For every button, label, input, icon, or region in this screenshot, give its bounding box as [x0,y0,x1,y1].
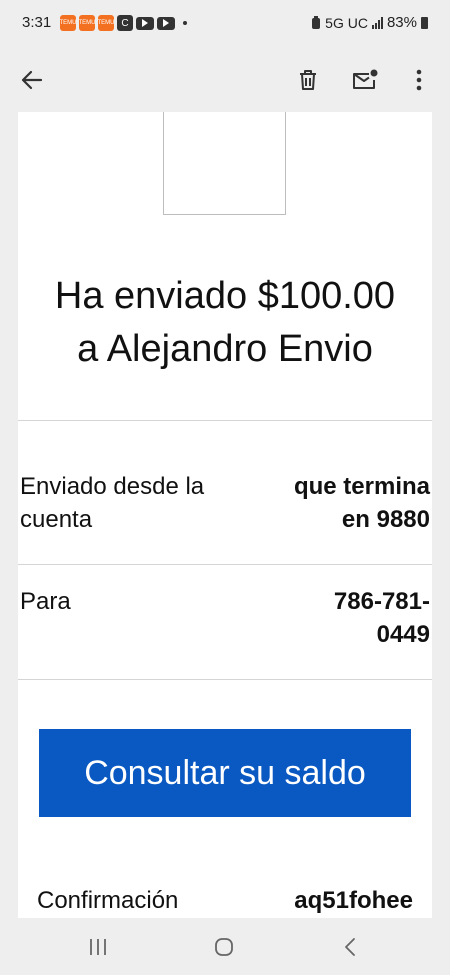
signal-icon [371,16,383,29]
recent-apps-button[interactable] [78,932,118,962]
email-body: Ha enviado $100.00 a Alejandro Envio Env… [18,112,432,918]
data-saver-icon [312,15,321,29]
status-bar: 3:31 TEMU TEMU TEMU C 5G UC 83% [0,0,450,48]
temu-icon: TEMU [79,15,96,31]
c-app-icon: C [117,15,133,31]
back-nav-button[interactable] [330,932,370,962]
row-value-line: en 9880 [341,506,430,533]
check-balance-button[interactable]: Consultar su saldo [39,729,411,817]
divider [18,420,432,421]
confirmation-label: Confirmación [37,887,179,914]
mark-unread-button[interactable] [345,60,385,100]
image-placeholder [163,112,286,215]
status-time: 3:31 [22,14,52,31]
row-label-line: Para [20,588,71,615]
temu-icon: TEMU [60,15,77,31]
app-bar [0,48,450,112]
battery-icon [421,16,428,29]
chevron-left-icon [345,938,355,956]
back-button[interactable] [12,60,52,100]
divider [18,564,432,565]
home-button[interactable] [204,932,244,962]
more-notifications-dot [183,21,187,25]
row-label-sent-from: Enviado desde la cuenta [20,470,204,536]
arrow-left-icon [21,70,43,90]
status-indicators: 5G UC 83% [311,14,428,31]
system-nav-bar [0,918,450,975]
row-value-to: 786-781- 0449 [334,585,430,651]
notification-icons: TEMU TEMU TEMU C [60,15,187,31]
row-label-line: cuenta [20,506,93,533]
more-vertical-icon [416,69,422,91]
delete-button[interactable] [288,60,328,100]
row-value-line: 786-781- [333,588,430,615]
headline-line: Ha enviado $100.00 [54,275,396,317]
mail-unread-icon [353,69,378,89]
divider [18,679,432,680]
row-label-line: Enviado desde la [20,473,205,500]
home-icon [215,938,233,956]
row-value-line: 0449 [376,621,430,648]
row-label-to: Para [20,585,71,618]
battery-level: 83% [386,14,417,31]
confirmation-value: aq51fohee [294,887,413,914]
headline-line: a Alejandro Envio [77,328,373,370]
row-value-sent-from: que termina en 9880 [294,470,430,536]
youtube-icon [136,16,154,30]
more-options-button[interactable] [399,60,439,100]
youtube-icon [157,16,175,30]
trash-icon [300,70,316,90]
recent-apps-icon [90,939,106,955]
temu-icon: TEMU [98,15,115,31]
row-value-line: que termina [293,473,430,500]
network-type: 5G UC [325,14,368,31]
headline: Ha enviado $100.00 a Alejandro Envio [18,270,432,376]
